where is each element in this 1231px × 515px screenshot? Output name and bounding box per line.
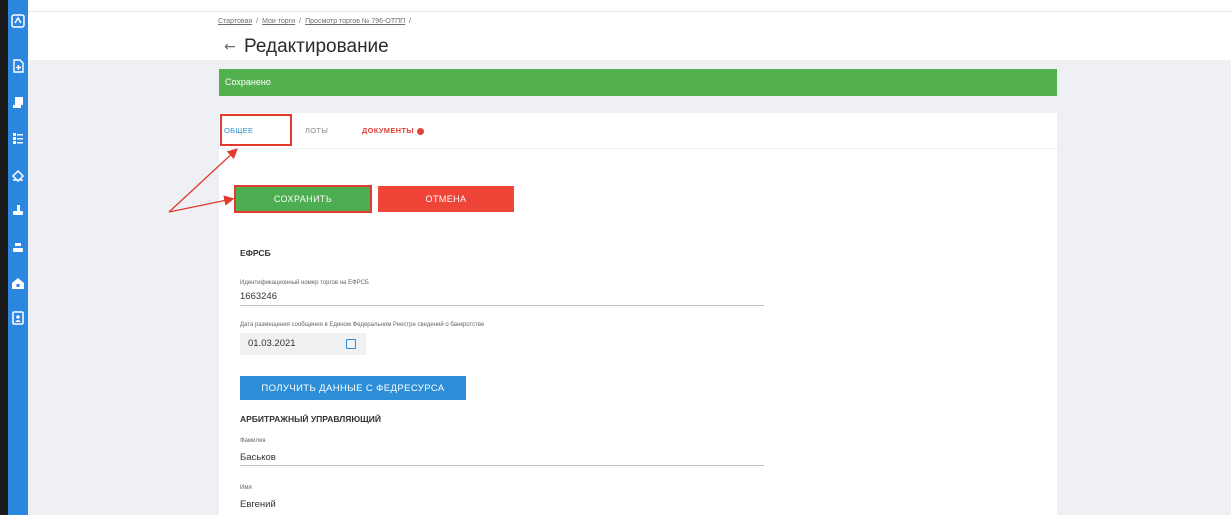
breadcrumb-my-trades[interactable]: Мои торги: [262, 18, 295, 25]
fetch-fedresurs-button[interactable]: ПОЛУЧИТЬ ДАННЫЕ С ФЕДРЕСУРСА: [240, 376, 466, 400]
warning-badge-icon: [416, 127, 424, 135]
page-title: Редактирование: [244, 36, 389, 57]
cancel-button[interactable]: ОТМЕНА: [378, 186, 514, 212]
efrsb-section-title: ЕФРСБ: [240, 248, 271, 258]
edit-form-card: ОБЩЕЕ ЛОТЫ ДОКУМЕНТЫ: [219, 113, 1057, 515]
list-icon[interactable]: [11, 131, 25, 145]
efrsb-date-value: 01.03.2021: [248, 338, 296, 349]
surname-label: Фамилия: [240, 438, 266, 444]
document-plus-icon[interactable]: [11, 59, 25, 73]
manager-section-title: АРБИТРАЖНЫЙ УПРАВЛЯЮЩИЙ: [240, 414, 381, 424]
breadcrumb-view-trade[interactable]: Просмотр торгов № 796-ОТПП: [305, 18, 405, 25]
home-lock-icon[interactable]: [11, 276, 25, 290]
back-arrow-icon[interactable]: ←: [224, 39, 240, 55]
tab-documents[interactable]: ДОКУМЕНТЫ: [362, 113, 424, 149]
annotation-box-save-button: [234, 185, 372, 213]
tab-bar: ОБЩЕЕ ЛОТЫ ДОКУМЕНТЫ: [219, 113, 1057, 149]
scroll-icon[interactable]: [11, 95, 25, 109]
handshake-icon[interactable]: [11, 168, 25, 183]
tab-documents-label: ДОКУМЕНТЫ: [362, 126, 414, 135]
tab-lots[interactable]: ЛОТЫ: [305, 113, 328, 149]
surname-field[interactable]: Баськов: [240, 452, 276, 463]
efrsb-date-label: Дата размещения сообщения в Едином Федер…: [240, 322, 485, 328]
breadcrumb-separator: /: [256, 18, 259, 25]
sidebar: [8, 0, 28, 515]
gavel-icon[interactable]: [11, 203, 25, 217]
calendar-icon[interactable]: [346, 339, 356, 349]
efrsb-id-label: Идентификационный номер торгов на ЕФРСБ: [240, 280, 369, 286]
efrsb-id-field[interactable]: 1663246: [240, 291, 277, 302]
name-label: Имя: [240, 485, 252, 491]
title-row: ← Редактирование: [224, 36, 389, 58]
top-bar: [28, 0, 1231, 12]
breadcrumb-separator: /: [299, 18, 302, 25]
efrsb-id-underline: [240, 305, 764, 306]
gavel-alt-icon[interactable]: [11, 240, 25, 254]
logo-icon[interactable]: [11, 14, 25, 28]
page-header: [28, 12, 1231, 60]
breadcrumb: Стартовая / Мои торги / Просмотр торгов № 79…: [218, 18, 415, 25]
annotation-box-general-tab: [220, 114, 292, 146]
breadcrumb-home[interactable]: Стартовая: [218, 18, 252, 25]
left-rail: [0, 0, 8, 515]
name-field[interactable]: Евгений: [240, 499, 276, 510]
surname-underline: [240, 465, 764, 466]
saved-banner: Сохранено: [219, 69, 1057, 96]
efrsb-date-field[interactable]: 01.03.2021: [240, 333, 366, 355]
breadcrumb-separator: /: [409, 18, 412, 25]
contacts-icon[interactable]: [11, 311, 25, 325]
